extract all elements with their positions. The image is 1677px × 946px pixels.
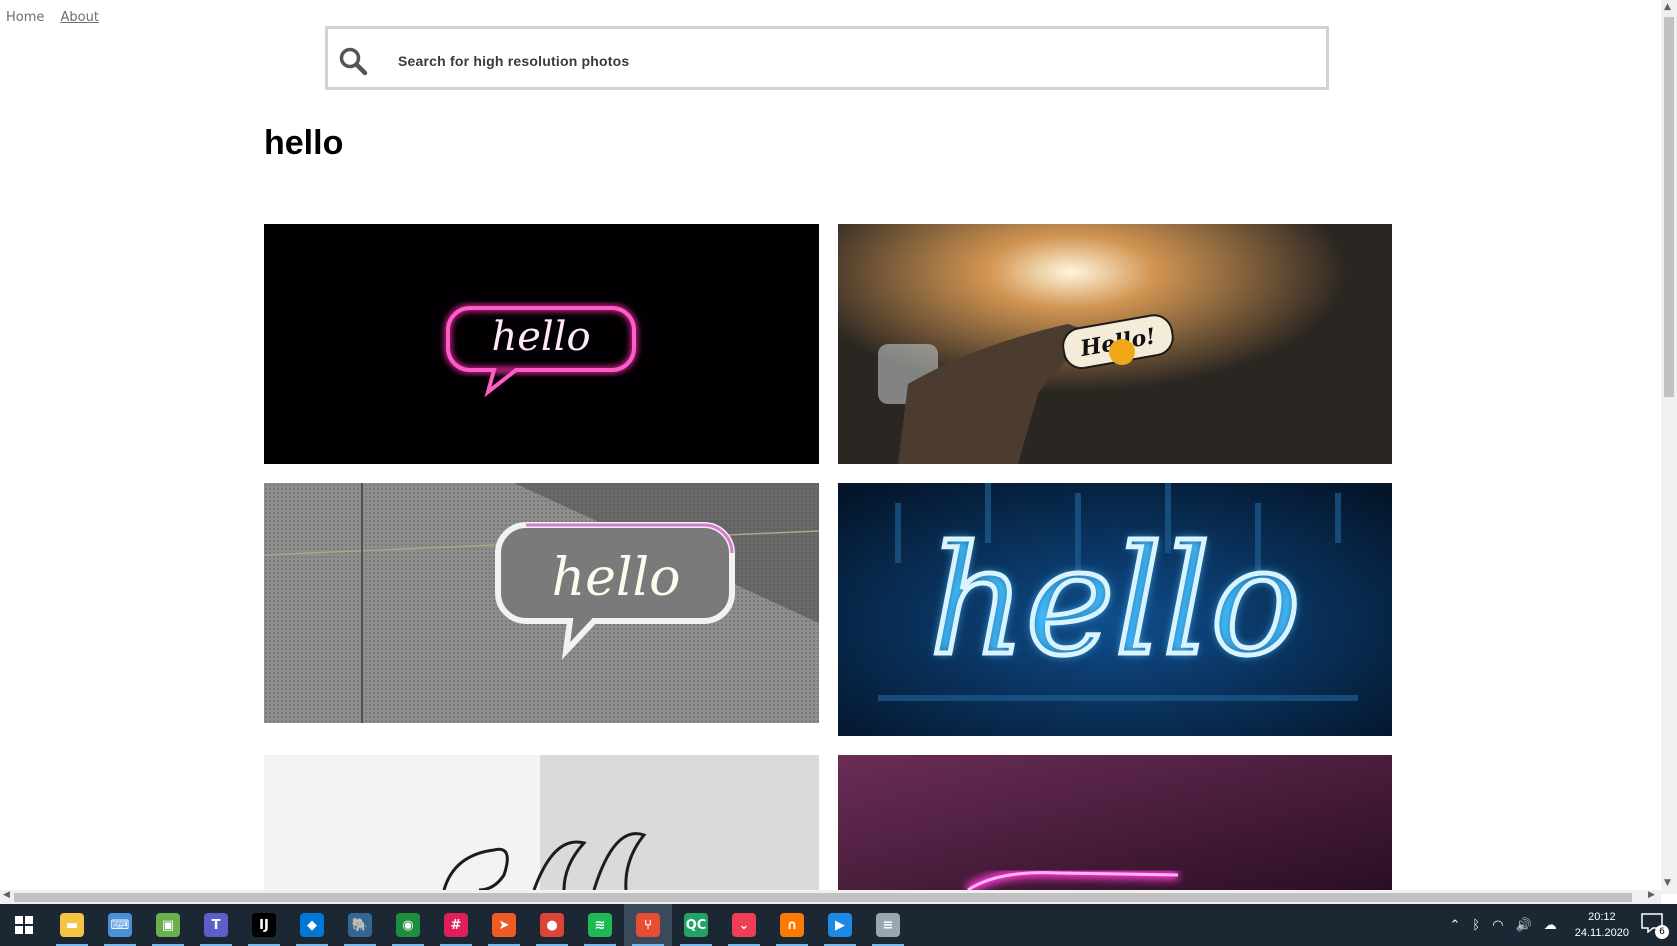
intellij-icon: IJ xyxy=(252,913,276,937)
scroll-up-icon[interactable]: ▲ xyxy=(1664,2,1671,12)
photo-card[interactable]: hello xyxy=(264,483,819,723)
taskbar-app[interactable]: # xyxy=(432,904,480,946)
photo-image xyxy=(264,755,819,890)
photo-card[interactable]: hello xyxy=(264,224,819,464)
git-icon: ⑂ xyxy=(636,913,660,937)
nav-about-link[interactable]: About xyxy=(61,10,99,25)
photo-image: hello hello xyxy=(838,483,1392,736)
bluetooth-icon[interactable]: ᛒ xyxy=(1472,918,1480,933)
photo-sign-text: hello xyxy=(929,515,1301,689)
photo-image xyxy=(838,755,1392,890)
taskbar-apps: ▬ ⌨ ▣ T IJ ◆ 🐘 ◉ # ➤ ● ≋ ⑂ QC ⌄ ∩ ▶ ≡ xyxy=(48,904,912,946)
notepad-icon: ≡ xyxy=(876,913,900,937)
remote-desktop-icon: ⌨ xyxy=(108,913,132,937)
vscode-icon: ◆ xyxy=(300,913,324,937)
clock[interactable]: 20:12 24.11.2020 xyxy=(1575,909,1629,941)
photo-card[interactable]: hello hello xyxy=(838,483,1392,736)
nav-home-link[interactable]: Home xyxy=(6,10,44,25)
search-bar[interactable]: Search for high resolution photos xyxy=(325,26,1329,90)
taskbar-app[interactable]: ≡ xyxy=(864,904,912,946)
taskbar-app[interactable]: ▣ xyxy=(144,904,192,946)
chrome-icon: ● xyxy=(540,913,564,937)
clock-time: 20:12 xyxy=(1588,911,1616,923)
taskbar-app[interactable]: ● xyxy=(528,904,576,946)
spotify-icon: ≋ xyxy=(588,913,612,937)
headset-icon: ∩ xyxy=(780,913,804,937)
photo-image: Hello! xyxy=(838,224,1392,464)
taskbar-app[interactable]: 🐘 xyxy=(336,904,384,946)
chevron-up-icon[interactable]: ⌃ xyxy=(1450,918,1461,933)
scroll-down-icon[interactable]: ▼ xyxy=(1664,878,1671,888)
windows-icon xyxy=(15,916,33,934)
taskbar-app[interactable]: ∩ xyxy=(768,904,816,946)
cloud-icon[interactable]: ☁ xyxy=(1544,918,1557,933)
photo-sign-text: hello xyxy=(491,314,590,360)
taskbar-app[interactable]: ▬ xyxy=(48,904,96,946)
taskbar-app[interactable]: T xyxy=(192,904,240,946)
scroll-left-icon[interactable]: ◀ xyxy=(3,890,10,900)
file-explorer-icon: ▬ xyxy=(60,913,84,937)
taskbar-app[interactable]: IJ xyxy=(240,904,288,946)
taskbar-app[interactable]: ≋ xyxy=(576,904,624,946)
photo-card[interactable]: Hello! xyxy=(838,224,1392,464)
taskbar-app[interactable]: ➤ xyxy=(480,904,528,946)
search-input[interactable]: Search for high resolution photos xyxy=(398,53,629,69)
horizontal-scrollbar[interactable]: ◀ ▶ xyxy=(0,890,1661,904)
clock-date: 24.11.2020 xyxy=(1574,927,1629,939)
top-nav: Home About xyxy=(6,10,111,25)
wifi-icon[interactable]: ◠ xyxy=(1492,918,1503,933)
horizontal-scroll-thumb[interactable] xyxy=(14,893,1632,902)
search-icon[interactable] xyxy=(338,46,368,76)
video-player-icon: ▶ xyxy=(828,913,852,937)
virtual-machine-icon: ▣ xyxy=(156,913,180,937)
photo-sign-text: hello xyxy=(552,548,681,608)
photo-card[interactable] xyxy=(264,755,819,890)
scroll-right-icon[interactable]: ▶ xyxy=(1648,890,1655,900)
taskbar-app[interactable]: QC xyxy=(672,904,720,946)
taskbar-app[interactable]: ⑂ xyxy=(624,904,672,946)
teams-icon: T xyxy=(204,913,228,937)
taskbar-app[interactable]: ⌨ xyxy=(96,904,144,946)
taskbar-app[interactable]: ▶ xyxy=(816,904,864,946)
taskbar-app[interactable]: ⌄ xyxy=(720,904,768,946)
system-tray: ⌃ ᛒ ◠ 🔊 ☁ 20:12 24.11.2020 6 xyxy=(1444,904,1677,946)
maps-icon: ◉ xyxy=(396,913,420,937)
notification-count: 6 xyxy=(1655,925,1669,939)
start-button[interactable] xyxy=(0,904,48,946)
pocket-icon: ⌄ xyxy=(732,913,756,937)
vertical-scrollbar[interactable]: ▲ ▼ xyxy=(1661,0,1677,894)
photo-card[interactable] xyxy=(838,755,1392,890)
qc-icon: QC xyxy=(684,913,708,937)
vertical-scroll-thumb[interactable] xyxy=(1664,17,1674,397)
page-title: hello xyxy=(264,124,344,162)
photo-image: hello xyxy=(264,483,819,723)
notification-center-button[interactable]: 6 xyxy=(1641,913,1669,939)
postgres-icon: 🐘 xyxy=(348,913,372,937)
taskbar: ▬ ⌨ ▣ T IJ ◆ 🐘 ◉ # ➤ ● ≋ ⑂ QC ⌄ ∩ ▶ ≡ ⌃ ᛒ ◠ 🔊 ☁ 20:12 24.… xyxy=(0,904,1677,946)
taskbar-app[interactable]: ◉ xyxy=(384,904,432,946)
photo-image: hello xyxy=(264,224,819,464)
taskbar-app[interactable]: ◆ xyxy=(288,904,336,946)
postman-icon: ➤ xyxy=(492,913,516,937)
slack-icon: # xyxy=(444,913,468,937)
volume-icon[interactable]: 🔊 xyxy=(1516,918,1532,933)
